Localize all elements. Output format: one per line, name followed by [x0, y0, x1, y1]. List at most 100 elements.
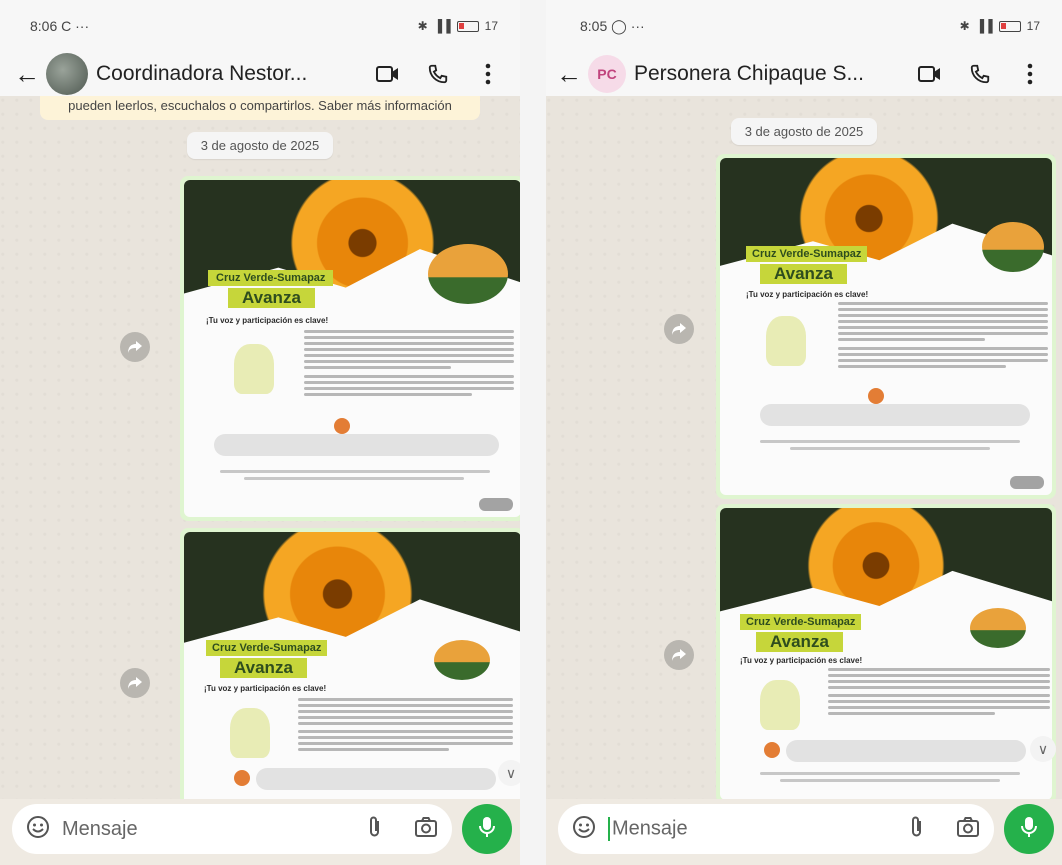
- event-details-pill: [786, 740, 1026, 762]
- plant-illustration: [234, 344, 274, 394]
- poster-image: Cruz Verde-Sumapaz Avanza ¡Tu voz y part…: [184, 532, 520, 799]
- scroll-down-button[interactable]: ∨: [498, 760, 520, 786]
- poster-body-text: [304, 330, 514, 399]
- poster-badge: Cruz Verde-Sumapaz: [740, 614, 862, 630]
- status-icons: ✱ ▐▐ 17: [960, 19, 1040, 33]
- phone-icon[interactable]: [426, 62, 450, 86]
- event-details-pill: [256, 768, 496, 790]
- poster-body-text: [298, 698, 513, 754]
- chevron-down-icon: ∨: [1037, 740, 1049, 757]
- status-time: 8:05: [580, 17, 608, 34]
- contact-name[interactable]: Coordinadora Nestor...: [96, 62, 368, 86]
- chat-area[interactable]: pueden leerlos, escuchalos o compartirlo…: [0, 96, 520, 799]
- status-extra: ···: [630, 17, 645, 34]
- battery-icon: [998, 20, 1021, 32]
- poster-heading: Avanza: [756, 632, 843, 652]
- attach-icon[interactable]: [366, 815, 384, 844]
- logo-circle: [970, 608, 1026, 648]
- plant-illustration: [760, 680, 800, 730]
- poster-heading: Avanza: [220, 658, 307, 678]
- poster-badge: Cruz Verde-Sumapaz: [746, 246, 868, 262]
- forward-icon[interactable]: [664, 640, 694, 670]
- message-input[interactable]: Mensaje: [12, 804, 452, 854]
- poster-image: Cruz Verde-Sumapaz Avanza ¡Tu voz y part…: [720, 508, 1052, 799]
- poster-body-text: [838, 302, 1048, 371]
- camera-icon[interactable]: [956, 816, 980, 843]
- battery-level: 17: [484, 19, 498, 33]
- phone-icon[interactable]: [968, 62, 992, 86]
- logo-circle: [434, 640, 490, 680]
- video-call-icon[interactable]: [376, 62, 400, 86]
- message-time: ​: [1009, 476, 1044, 489]
- calendar-icon: [764, 742, 780, 758]
- forward-icon[interactable]: [664, 314, 694, 344]
- forward-icon[interactable]: [120, 332, 150, 362]
- poster-subtitle: ¡Tu voz y participación es clave!: [740, 656, 863, 665]
- logo-circle: [428, 244, 508, 304]
- screenshot-divider: [520, 0, 546, 865]
- forward-icon[interactable]: [120, 668, 150, 698]
- message-composer: Mensaje: [546, 799, 1062, 865]
- text-cursor: [608, 817, 610, 841]
- poster-heading: Avanza: [760, 264, 847, 284]
- plant-illustration: [230, 708, 270, 758]
- date-chip: 3 de agosto de 2025: [186, 132, 334, 159]
- status-time: 8:06: [30, 18, 58, 34]
- status-extra: C ···: [61, 18, 90, 34]
- message-time: ​: [478, 498, 513, 511]
- image-message[interactable]: Cruz Verde-Sumapaz Avanza ¡Tu voz y part…: [180, 176, 520, 521]
- poster-subtitle: ¡Tu voz y participación es clave!: [746, 290, 869, 299]
- avatar[interactable]: PC: [588, 55, 626, 93]
- emoji-sticker-icon[interactable]: [572, 815, 596, 844]
- mic-icon: [1020, 815, 1038, 844]
- event-details-pill: [214, 434, 499, 456]
- whatsapp-status-icon: ◯: [611, 17, 627, 34]
- message-placeholder[interactable]: Mensaje: [62, 818, 354, 841]
- bluetooth-icon: ✱: [417, 19, 428, 33]
- video-call-icon[interactable]: [918, 62, 942, 86]
- signal-icon: ▐▐: [433, 19, 451, 33]
- message-placeholder: Mensaje: [612, 817, 688, 840]
- event-details-pill: [760, 404, 1030, 426]
- camera-icon[interactable]: [414, 816, 438, 843]
- avatar[interactable]: [46, 53, 88, 95]
- contact-name[interactable]: Personera Chipaque S...: [634, 62, 910, 86]
- menu-dots-icon[interactable]: [1018, 62, 1042, 86]
- mic-icon: [478, 815, 496, 844]
- poster-badge: Cruz Verde-Sumapaz: [208, 270, 334, 286]
- mic-button[interactable]: [1004, 804, 1054, 854]
- logo-circle: [982, 222, 1044, 272]
- bluetooth-icon: ✱: [959, 19, 970, 33]
- attach-icon[interactable]: [908, 815, 926, 844]
- menu-dots-icon[interactable]: [476, 62, 500, 86]
- chat-area[interactable]: 3 de agosto de 2025 Cruz Verde-Sumapaz A…: [546, 96, 1062, 799]
- scroll-down-button[interactable]: ∨: [1030, 736, 1056, 762]
- back-arrow-icon[interactable]: ←: [14, 59, 40, 90]
- message-input[interactable]: Mensaje: [558, 804, 994, 854]
- signal-icon: ▐▐: [975, 19, 993, 33]
- message-placeholder-wrap[interactable]: Mensaje: [608, 817, 896, 841]
- battery-level: 17: [1026, 19, 1040, 33]
- system-message: pueden leerlos, escuchalos o compartirlo…: [40, 96, 480, 120]
- calendar-icon: [868, 388, 884, 404]
- emoji-sticker-icon[interactable]: [26, 815, 50, 844]
- poster-image: Cruz Verde-Sumapaz Avanza ¡Tu voz y part…: [720, 158, 1052, 495]
- poster-subtitle: ¡Tu voz y participación es clave!: [206, 316, 329, 325]
- poster-body-text: [828, 668, 1050, 718]
- poster-heading: Avanza: [228, 288, 315, 308]
- chat-header: ← Coordinadora Nestor...: [0, 52, 520, 96]
- message-composer: Mensaje: [0, 799, 520, 865]
- back-arrow-icon[interactable]: ←: [556, 59, 582, 90]
- image-message[interactable]: Cruz Verde-Sumapaz Avanza ¡Tu voz y part…: [716, 504, 1056, 799]
- status-bar: 8:05 ◯ ··· ✱ ▐▐ 17: [546, 0, 1062, 52]
- date-chip: 3 de agosto de 2025: [730, 118, 878, 145]
- battery-icon: [456, 20, 479, 32]
- mic-button[interactable]: [462, 804, 512, 854]
- plant-illustration: [766, 316, 806, 366]
- poster-image: Cruz Verde-Sumapaz Avanza ¡Tu voz y part…: [184, 180, 520, 517]
- status-bar: 8:06 C ··· ✱ ▐▐ 17: [0, 0, 520, 52]
- status-icons: ✱ ▐▐ 17: [418, 19, 498, 33]
- calendar-icon: [334, 418, 350, 434]
- image-message[interactable]: Cruz Verde-Sumapaz Avanza ¡Tu voz y part…: [716, 154, 1056, 499]
- image-message[interactable]: Cruz Verde-Sumapaz Avanza ¡Tu voz y part…: [180, 528, 520, 799]
